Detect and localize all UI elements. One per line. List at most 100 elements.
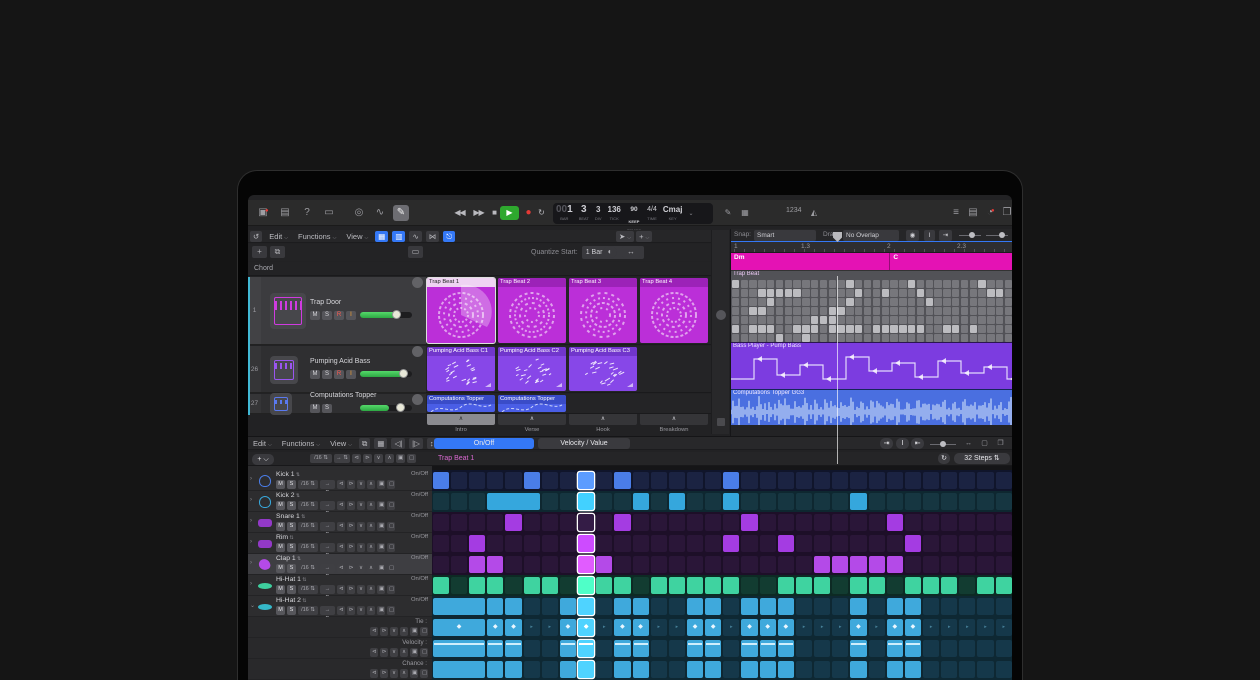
step-clap-1-22[interactable]	[814, 556, 830, 573]
lcd-time-signature[interactable]: 4/4 TIME	[644, 203, 660, 224]
loop-icon[interactable]: ↻	[938, 453, 950, 464]
row-rate-stepper[interactable]: /16 ⇅	[298, 543, 318, 552]
step-snare-1-18[interactable]	[741, 514, 757, 531]
step-hi-hat-1-19[interactable]	[760, 577, 776, 594]
step-kick-2-7[interactable]	[542, 493, 558, 510]
rotate-right-icon[interactable]: |▷	[409, 438, 423, 449]
step-velocity-16[interactable]	[705, 640, 721, 657]
step-hi-hat-1-30[interactable]	[959, 577, 975, 594]
row-solo-button[interactable]: S	[287, 564, 296, 573]
row-down-icon[interactable]: ∨	[357, 585, 365, 594]
step-clap-1-15[interactable]	[687, 556, 703, 573]
lcd-chevron-icon[interactable]: ⌄	[685, 203, 696, 224]
step-hi-hat-2-24[interactable]	[850, 598, 866, 615]
step-chance-31[interactable]	[977, 661, 993, 678]
step-snare-1-32[interactable]	[996, 514, 1012, 531]
step-kick-1-6[interactable]	[524, 472, 540, 489]
pencil-mode-icon[interactable]: ✎	[393, 205, 409, 221]
sub-shift-right-icon[interactable]: ⊳	[380, 669, 388, 678]
row-down-icon[interactable]: ∨	[357, 564, 365, 573]
row-name[interactable]: Snare 1	[276, 513, 305, 520]
step-hi-hat-2-26[interactable]	[887, 598, 903, 615]
track-m-button[interactable]: M	[310, 370, 320, 379]
step-kick-2-16[interactable]	[705, 493, 721, 510]
cell-computations-topper[interactable]: Computations Topper	[498, 395, 566, 412]
step-tie-7[interactable]: ▸	[542, 619, 558, 636]
step-kick-1-25[interactable]	[869, 472, 885, 489]
stop-button[interactable]: ■	[488, 206, 500, 220]
cell-trap-beat-4[interactable]: Trap Beat 4	[640, 278, 708, 343]
step-kick-1-1[interactable]	[433, 472, 449, 489]
row-clear-icon[interactable]: ▢	[387, 480, 395, 489]
sub-shift-left-icon[interactable]: ⊲	[370, 627, 378, 636]
row-clear-icon[interactable]: ▢	[387, 522, 395, 531]
track-header-trap-door[interactable]: 1Trap DoorMSRI	[248, 277, 426, 345]
step-rim-10[interactable]	[596, 535, 612, 552]
ss-menu-view[interactable]: View	[327, 438, 355, 449]
step-hi-hat-2-30[interactable]	[959, 598, 975, 615]
step-chance-18[interactable]	[741, 661, 757, 678]
scene-trigger-hook[interactable]: ∧	[569, 414, 637, 425]
step-kick-2-25[interactable]	[869, 493, 885, 510]
row-shift-right-icon[interactable]: ⊳	[347, 564, 355, 573]
sub-down-icon[interactable]: ∨	[390, 648, 398, 657]
step-hi-hat-1-8[interactable]	[560, 577, 576, 594]
step-kick-1-13[interactable]	[651, 472, 667, 489]
step-velocity-28[interactable]	[923, 640, 939, 657]
cell-trap-beat-1[interactable]: Trap Beat 1	[427, 278, 495, 343]
grid-divider[interactable]	[711, 230, 729, 434]
step-kick-2-15[interactable]	[687, 493, 703, 510]
step-clap-1-20[interactable]	[778, 556, 794, 573]
cells-grid-icon[interactable]: ▦	[375, 231, 388, 242]
step-rim-20[interactable]	[778, 535, 794, 552]
step-rim-13[interactable]	[651, 535, 667, 552]
row-shift-right-icon[interactable]: ⊳	[347, 522, 355, 531]
step-kick-2-13[interactable]	[651, 493, 667, 510]
step-hi-hat-1-6[interactable]	[524, 577, 540, 594]
row-solo-button[interactable]: S	[287, 606, 296, 615]
row-up-icon[interactable]: ∧	[367, 543, 375, 552]
subrow-header-velocity[interactable]: Velocity :⊲⊳∨∧▣▢	[248, 638, 432, 659]
step-kick-2-8[interactable]	[560, 493, 576, 510]
row-down-icon[interactable]: ∨	[357, 501, 365, 510]
row-up-icon[interactable]: ∧	[367, 585, 375, 594]
sub-down-icon[interactable]: ∨	[390, 627, 398, 636]
volume-slider[interactable]	[360, 371, 412, 377]
scene-trigger-intro[interactable]: ∧	[427, 414, 495, 425]
rate-stepper[interactable]: /16 ⇅	[310, 454, 332, 463]
row-shift-left-icon[interactable]: ⊲	[337, 480, 345, 489]
disclosure-icon[interactable]: ›	[250, 497, 252, 503]
step-clap-1-29[interactable]	[941, 556, 957, 573]
step-rim-29[interactable]	[941, 535, 957, 552]
row-fill-icon[interactable]: ▣	[377, 585, 385, 594]
step-tie-20[interactable]: ◆	[778, 619, 794, 636]
step-kick-2-19[interactable]	[760, 493, 776, 510]
sub-shift-left-icon[interactable]: ⊲	[370, 648, 378, 657]
step-snare-1-6[interactable]	[524, 514, 540, 531]
step-hi-hat-2-20[interactable]	[778, 598, 794, 615]
disclosure-icon[interactable]: ›	[250, 476, 252, 482]
row-mute-button[interactable]: M	[276, 480, 285, 489]
step-clap-1-32[interactable]	[996, 556, 1012, 573]
row-mute-button[interactable]: M	[276, 585, 285, 594]
step-hi-hat-2-4[interactable]	[487, 598, 503, 615]
step-chance-17[interactable]	[723, 661, 739, 678]
step-tie-16[interactable]: ◆	[705, 619, 721, 636]
step-rim-9[interactable]	[578, 535, 594, 552]
ss-menu-functions[interactable]: Functions	[279, 438, 323, 449]
sub-fill-icon[interactable]: ▣	[410, 669, 418, 678]
step-chance-23[interactable]	[832, 661, 848, 678]
step-clap-1-1[interactable]	[433, 556, 449, 573]
step-snare-1-26[interactable]	[887, 514, 903, 531]
step-tie-30[interactable]: ▸	[959, 619, 975, 636]
row-solo-button[interactable]: S	[287, 543, 296, 552]
step-kick-2-18[interactable]	[741, 493, 757, 510]
scene-trigger-verse[interactable]: ∧	[498, 414, 566, 425]
link-icon[interactable]: ∿	[409, 231, 421, 242]
step-rim-2[interactable]	[451, 535, 467, 552]
step-kick-2-29[interactable]	[941, 493, 957, 510]
paste-icon[interactable]: ▦	[374, 438, 387, 449]
step-velocity-26[interactable]	[887, 640, 903, 657]
step-kick-1-14[interactable]	[669, 472, 685, 489]
step-kick-1-10[interactable]	[596, 472, 612, 489]
